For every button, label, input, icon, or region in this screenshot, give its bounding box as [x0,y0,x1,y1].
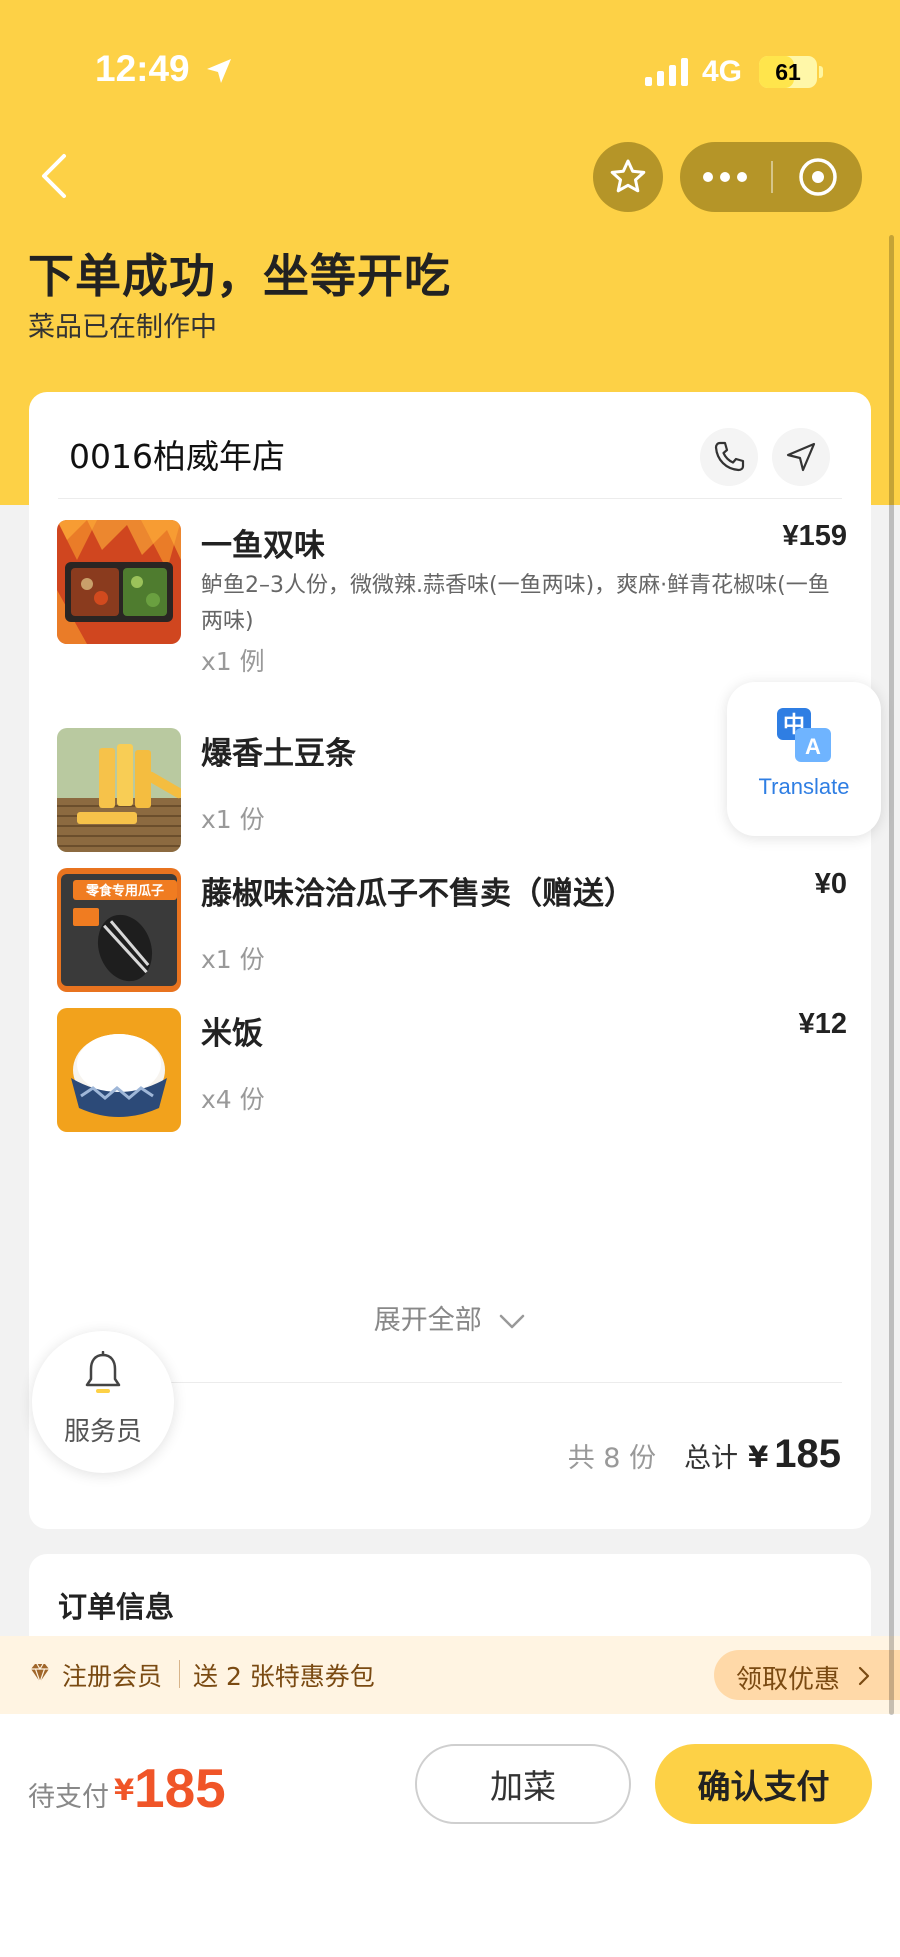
order-item[interactable]: 零食专用瓜子 藤椒味洽洽瓜子不售卖（赠送） ¥0 x1 份 [57,868,847,1028]
call-store-button[interactable] [700,428,758,486]
translate-icon: 中 A [777,708,831,762]
item-price: ¥12 [798,1008,847,1040]
item-quantity: x1 份 [201,805,265,834]
close-miniprogram-button[interactable] [774,142,862,212]
total-currency: ¥ [748,1440,769,1474]
network-type: 4G [702,55,743,88]
navigate-store-button[interactable] [772,428,830,486]
navigation-arrow-icon [786,442,816,472]
pending-payment-amount: 185 [134,1757,226,1819]
back-chevron-icon[interactable] [36,152,72,200]
phone-icon [714,441,745,472]
capsule-divider [771,161,773,193]
potato-sticks-thumbnail [57,728,181,852]
item-price: ¥159 [782,520,847,552]
page-subtitle: 菜品已在制作中 [28,312,217,343]
battery-cap [819,66,823,78]
page-title: 下单成功，坐等开吃 [28,249,451,303]
item-quantity: x1 份 [201,945,265,974]
member-coupon-text: 送 2 张特惠券包 [193,1662,375,1691]
confirm-payment-button[interactable]: 确认支付 [655,1744,872,1824]
total-label: 总计 [684,1443,739,1474]
rice-bowl-thumbnail [57,1008,181,1132]
call-waiter-button[interactable]: 服务员 [32,1331,174,1473]
bottom-payment-bar: 待支付 ¥ 185 加菜 确认支付 [0,1714,900,1957]
expand-all-button[interactable]: 展开全部 [29,1298,871,1337]
item-price: ¥0 [814,868,847,900]
store-name: 0016柏威年店 [69,437,285,476]
favorite-button[interactable] [593,142,663,212]
divider [58,1382,842,1383]
item-quantity: x4 份 [201,1085,265,1114]
divider [58,498,842,499]
cellular-signal-icon [645,58,688,86]
sunflower-seeds-thumbnail: 零食专用瓜子 [57,868,181,992]
order-item[interactable]: 一鱼双味 ¥159 鲈鱼2–3人份，微微辣.蒜香味(一鱼两味)，爽麻·鲜青花椒味… [57,520,847,680]
star-icon [610,159,646,193]
total-amount: 185 [774,1432,841,1476]
close-circle-icon [799,158,837,196]
item-count: 共 8 份 [567,1443,657,1474]
translate-label: Translate [758,774,850,799]
item-description: 鲈鱼2–3人份，微微辣.蒜香味(一鱼两味)，爽麻·鲜青花椒味(一鱼两味) [201,573,830,634]
battery-icon: 61 [759,56,817,88]
more-dots-icon [703,172,747,182]
item-quantity: x1 例 [201,647,265,676]
miniprogram-capsule [680,142,862,212]
order-total-row: 共 8 份 总计 ¥ 185 [568,1432,841,1477]
status-bar: 12:49 4G 61 [0,0,900,140]
translate-button[interactable]: 中 A Translate [727,682,881,836]
bell-icon [85,1351,121,1393]
claim-offer-label: 领取优惠 [736,1665,841,1695]
scrollbar[interactable] [889,235,894,1715]
member-separator [179,1660,180,1688]
waiter-label: 服务员 [63,1417,142,1447]
expand-all-label: 展开全部 [373,1305,482,1336]
item-name: 爆香土豆条 [201,736,356,772]
svg-text:A: A [805,734,821,759]
chevron-right-icon [858,1666,870,1686]
member-promo-banner[interactable]: 注册会员 送 2 张特惠券包 领取优惠 [0,1636,900,1714]
item-name: 一鱼双味 [201,528,325,564]
item-name: 米饭 [201,1016,263,1052]
location-arrow-icon [207,59,231,83]
seeds-pack-text: 零食专用瓜子 [85,883,164,899]
battery-percent: 61 [775,59,801,85]
status-time: 12:49 [95,48,190,89]
claim-offer-button[interactable]: 领取优惠 [714,1650,900,1700]
member-register-text: 注册会员 [62,1662,163,1691]
more-button[interactable] [680,142,770,212]
add-dish-button[interactable]: 加菜 [415,1744,631,1824]
grilled-fish-thumbnail [57,520,181,644]
pending-payment-label: 待支付 [28,1782,109,1813]
pending-payment-currency: ¥ [114,1773,135,1807]
order-item[interactable]: 米饭 ¥12 x4 份 [57,1008,847,1168]
diamond-icon [31,1663,49,1684]
item-name: 藤椒味洽洽瓜子不售卖（赠送） [201,876,635,912]
chevron-down-icon [500,1314,525,1328]
order-info-title: 订单信息 [58,1590,175,1624]
